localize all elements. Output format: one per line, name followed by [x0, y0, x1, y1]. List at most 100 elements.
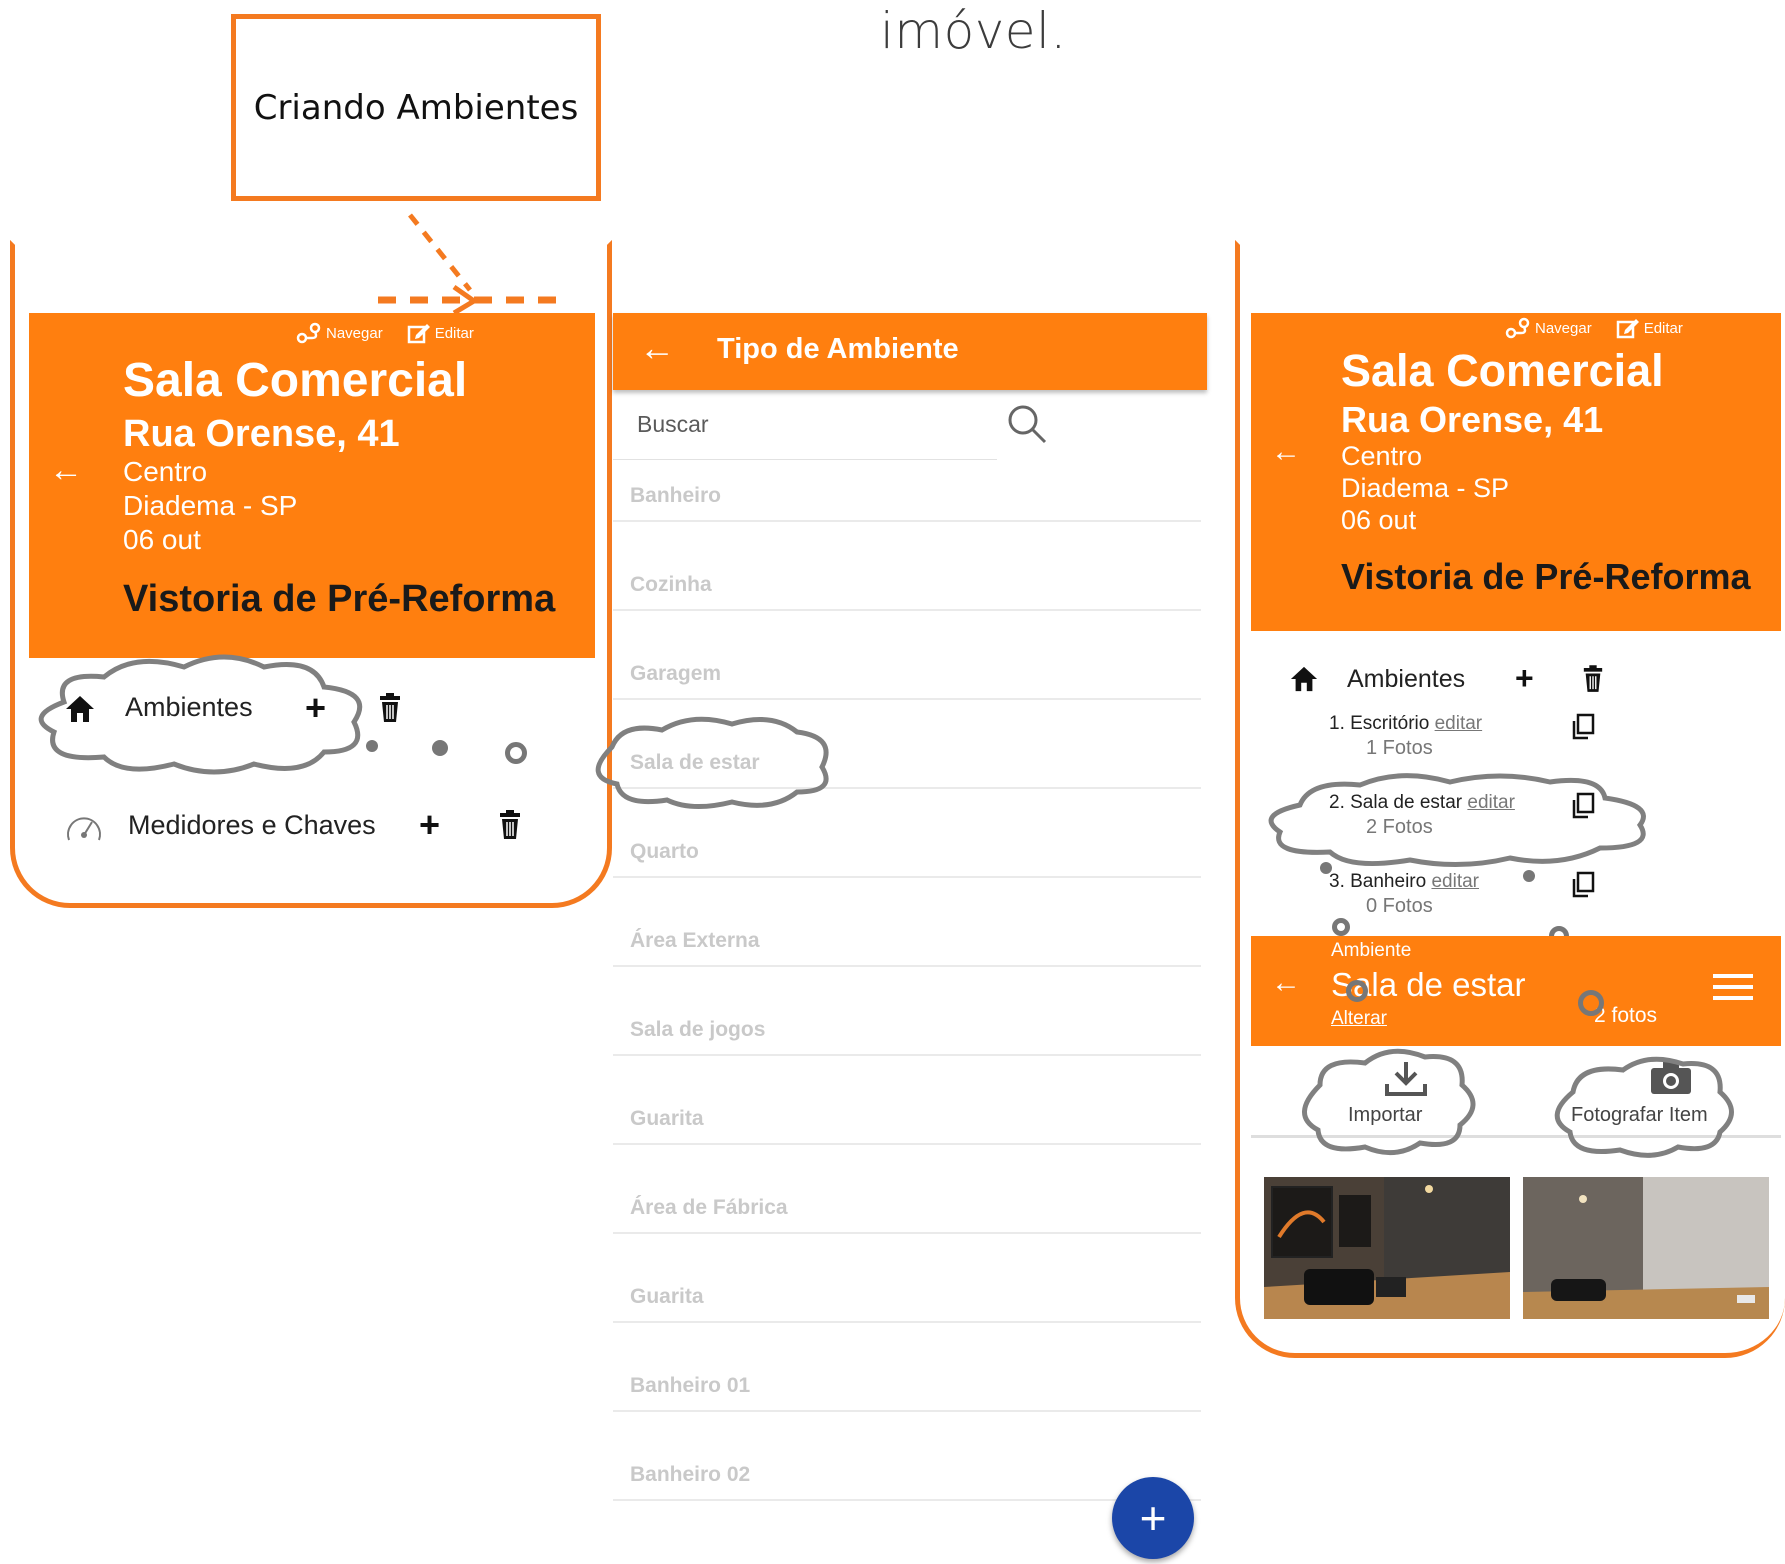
copy-icon[interactable]: [1570, 713, 1596, 741]
trail-dot: [1320, 862, 1332, 874]
photo-tools: Importar Fotografar Item: [1251, 1046, 1781, 1138]
menu-icon[interactable]: [1713, 972, 1753, 1002]
list-item[interactable]: Banheiro 01: [613, 1323, 1201, 1412]
import-label: Importar: [1348, 1104, 1423, 1126]
photograph-label: Fotografar Item: [1571, 1104, 1708, 1126]
list-item-label: Sala de estar: [630, 751, 760, 774]
environments-label: Ambientes: [1347, 665, 1466, 693]
edit-environment-link[interactable]: editar: [1435, 713, 1483, 734]
trail-dot: [1523, 870, 1535, 882]
list-item[interactable]: Banheiro: [613, 433, 1201, 522]
inspection-type: Vistoria de Pré-Reforma: [1341, 556, 1751, 597]
property-date: 06 out: [1341, 505, 1417, 535]
list-item[interactable]: Área Externa: [613, 878, 1201, 967]
room-photo-image: [1523, 1177, 1769, 1319]
change-environment-link[interactable]: Alterar: [1331, 1008, 1387, 1030]
add-type-button[interactable]: +: [1112, 1477, 1194, 1559]
property-date: 06 out: [123, 524, 201, 555]
room-photo-image: [1264, 1177, 1510, 1319]
list-item-label: Área de Fábrica: [630, 1196, 788, 1219]
photograph-button[interactable]: Fotografar Item: [1571, 1046, 1761, 1138]
back-arrow-icon[interactable]: ←: [639, 327, 675, 369]
list-item-label: Guarita: [630, 1107, 704, 1130]
environment-item-2[interactable]: 2. Sala de estar editar: [1329, 792, 1515, 814]
edit-environment-link[interactable]: editar: [1431, 871, 1479, 892]
navigate-label: Navegar: [326, 324, 383, 342]
property-district: Centro: [123, 456, 208, 487]
home-icon: [66, 696, 94, 722]
navigate-link[interactable]: Navegar: [1505, 317, 1592, 339]
property-title: Sala Comercial: [1341, 345, 1664, 396]
list-item[interactable]: Área de Fábrica: [613, 1145, 1201, 1234]
room-photo[interactable]: [1523, 1177, 1769, 1319]
list-item[interactable]: Garagem: [613, 611, 1201, 700]
photo-count: 2 fotos: [1594, 1004, 1658, 1027]
environment-name: 1. Escritório: [1329, 713, 1430, 734]
route-icon: [1505, 317, 1530, 339]
edit-label: Editar: [434, 324, 474, 342]
list-item[interactable]: Guarita: [613, 1056, 1201, 1145]
list-item-label: Banheiro 02: [630, 1463, 751, 1486]
list-item-label: Garagem: [630, 662, 722, 685]
list-item[interactable]: Sala de jogos: [613, 967, 1201, 1056]
type-screen-title: Tipo de Ambiente: [717, 333, 959, 365]
list-item[interactable]: Sala de estar: [613, 700, 1201, 789]
list-item-label: Banheiro: [630, 484, 722, 507]
property-city: Diadema - SP: [123, 490, 298, 521]
add-environment-button[interactable]: +: [1515, 660, 1534, 697]
trail-dot: [432, 740, 448, 756]
environment-photo-count: 1 Fotos: [1366, 737, 1433, 759]
edit-icon: [1616, 319, 1639, 339]
list-item-label: Cozinha: [630, 573, 712, 596]
list-item[interactable]: Cozinha: [613, 522, 1201, 611]
right-property-header: Navegar Editar ← Sala Comercial Rua Oren…: [1251, 313, 1781, 631]
edit-environment-link[interactable]: editar: [1467, 792, 1515, 813]
back-arrow-icon[interactable]: ←: [1271, 435, 1301, 469]
room-photo[interactable]: [1264, 1177, 1510, 1319]
left-property-header: Navegar Editar ← Sala Comercial Rua Oren…: [29, 313, 595, 658]
property-city: Diadema - SP: [1341, 473, 1510, 503]
callout-label: Criando Ambientes: [253, 87, 579, 128]
callout-box: Criando Ambientes: [231, 14, 601, 201]
list-item-label: Quarto: [630, 840, 699, 863]
route-icon: [296, 322, 321, 344]
add-meter-button[interactable]: +: [419, 804, 440, 846]
trail-ring: [1346, 980, 1368, 1002]
trash-icon[interactable]: [1582, 665, 1604, 693]
property-district: Centro: [1341, 441, 1423, 471]
back-arrow-icon[interactable]: ←: [1271, 966, 1301, 1000]
environments-label: Ambientes: [125, 692, 253, 722]
trail-dot: [366, 740, 378, 752]
environment-caption: Ambiente: [1331, 940, 1412, 961]
copy-icon[interactable]: [1570, 792, 1596, 820]
environment-item-1[interactable]: 1. Escritório editar: [1329, 713, 1482, 735]
environment-photo-count: 2 Fotos: [1366, 816, 1433, 838]
list-item-label: Sala de jogos: [630, 1018, 766, 1041]
gauge-icon: [67, 817, 101, 841]
list-item-label: Guarita: [630, 1285, 704, 1308]
back-arrow-icon[interactable]: ←: [49, 451, 83, 490]
navigate-link[interactable]: Navegar: [296, 322, 383, 344]
trail-ring: [505, 742, 527, 764]
trash-icon[interactable]: [378, 693, 402, 723]
environment-photo-count: 0 Fotos: [1366, 895, 1433, 917]
trail-ring: [1332, 918, 1350, 936]
property-title: Sala Comercial: [123, 354, 468, 407]
navigate-label: Navegar: [1535, 319, 1592, 337]
copy-icon[interactable]: [1570, 871, 1596, 899]
list-item[interactable]: Banheiro 02: [613, 1412, 1201, 1501]
list-item[interactable]: Guarita: [613, 1234, 1201, 1323]
add-environment-button[interactable]: +: [305, 687, 326, 729]
import-button[interactable]: Importar: [1331, 1046, 1481, 1138]
edit-link[interactable]: Editar: [1616, 317, 1683, 339]
environment-header: Ambiente ← Sala de estar Alterar 2 fotos: [1251, 936, 1781, 1046]
edit-label: Editar: [1643, 319, 1683, 337]
home-icon: [1290, 666, 1318, 692]
environment-name: 2. Sala de estar: [1329, 792, 1463, 813]
edit-link[interactable]: Editar: [407, 322, 474, 344]
trash-icon[interactable]: [498, 810, 522, 840]
type-screen-header: ← Tipo de Ambiente: [613, 313, 1207, 390]
list-item[interactable]: Quarto: [613, 789, 1201, 878]
environment-item-3[interactable]: 3. Banheiro editar: [1329, 871, 1479, 893]
environment-name: 3. Banheiro: [1329, 871, 1427, 892]
